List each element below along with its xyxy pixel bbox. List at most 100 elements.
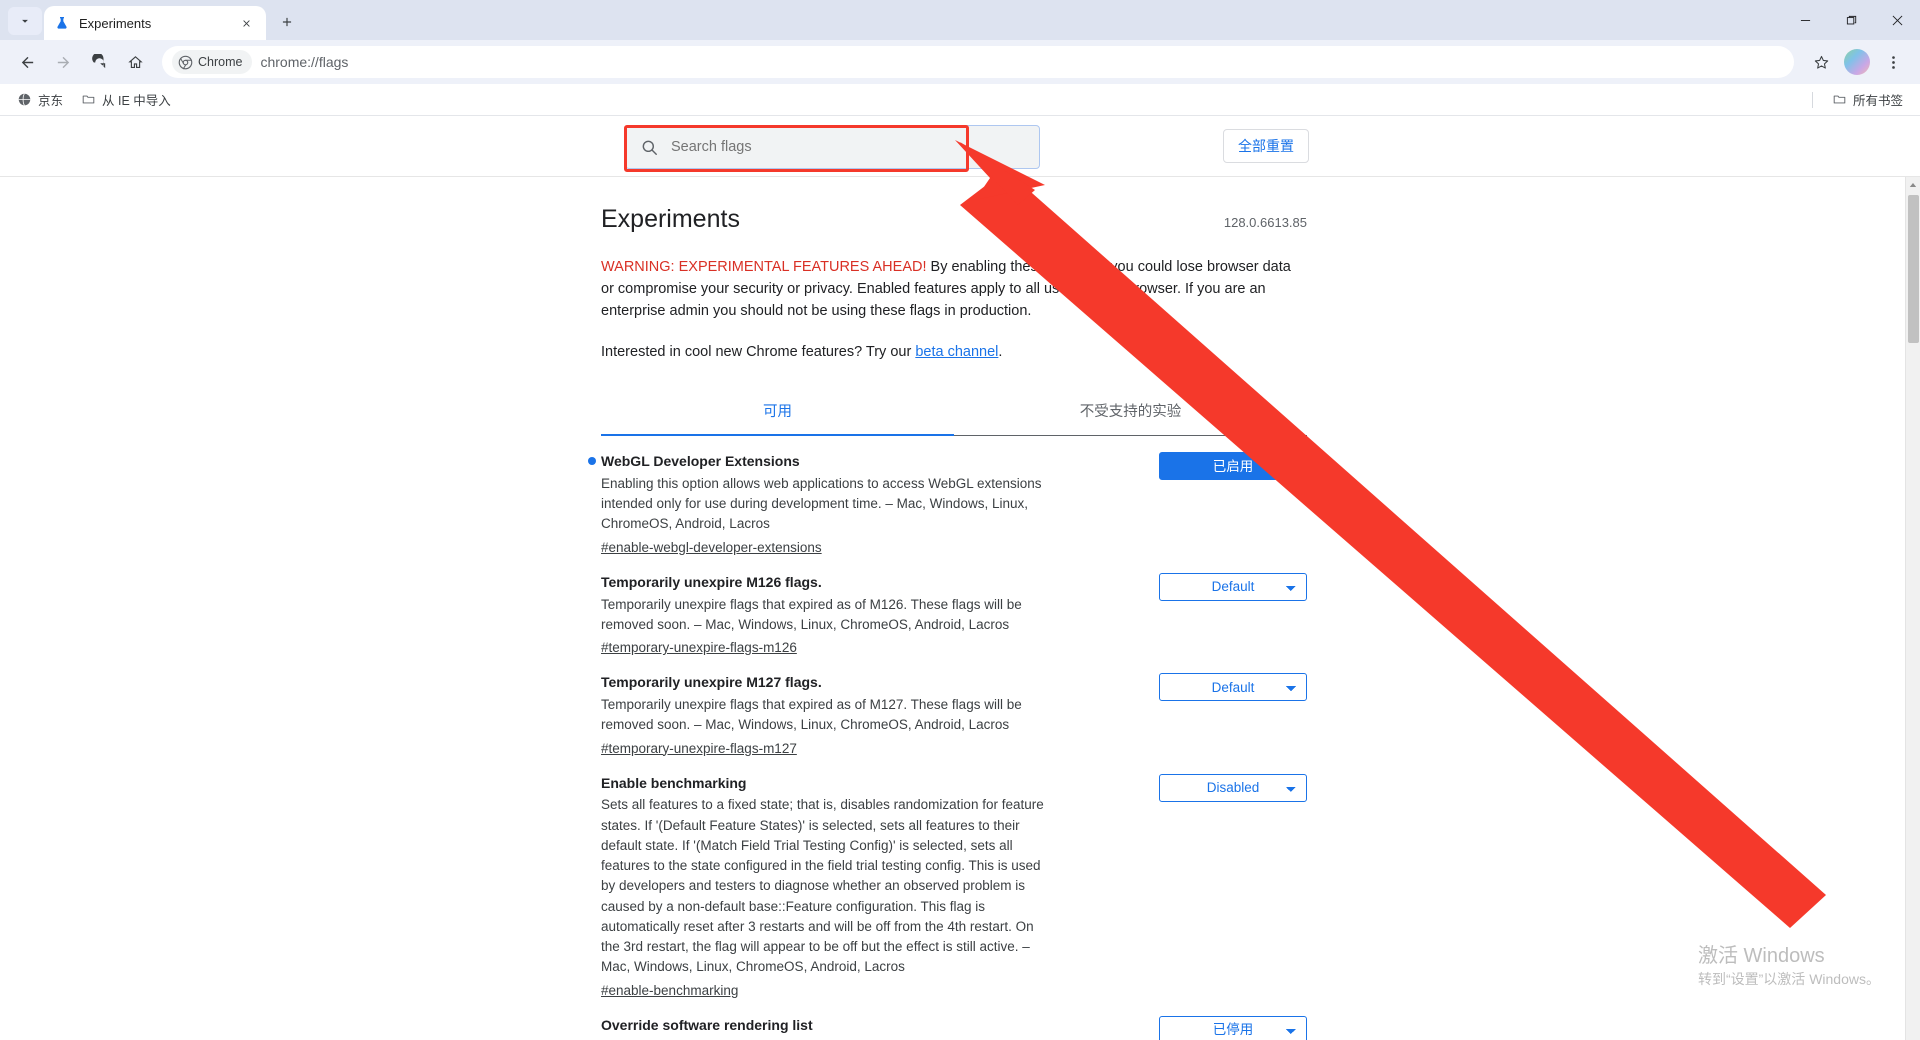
beta-suffix: . — [998, 344, 1003, 361]
browser-menu-button[interactable] — [1876, 45, 1910, 79]
flag-select-container: DefaultEnabledDisabled — [1159, 572, 1307, 601]
home-button[interactable] — [118, 45, 152, 79]
arrow-left-icon — [21, 56, 33, 68]
tab-available[interactable]: 可用 — [601, 388, 954, 437]
browser-window: Experiments Chrome chrome://flags 京东 从 I… — [0, 0, 1920, 1040]
flag-state-select[interactable]: DefaultEnabledDisabled — [1159, 572, 1307, 601]
plus-icon — [282, 17, 292, 27]
flag-row: Enable benchmarking Sets all features to… — [601, 758, 1307, 1000]
globe-icon — [18, 93, 31, 106]
back-button[interactable] — [10, 45, 44, 79]
minimize-button[interactable] — [1782, 0, 1828, 40]
flag-select-container: DefaultEnabledDisabled — [1159, 673, 1307, 702]
bookmarks-separator — [1811, 91, 1813, 108]
page-scrollbar[interactable] — [1905, 177, 1920, 1040]
beta-prefix: Interested in cool new Chrome features? … — [601, 344, 916, 361]
beta-channel-link[interactable]: beta channel — [915, 344, 998, 360]
flag-title: Override software rendering list — [601, 1016, 813, 1033]
warning-highlight: WARNING: EXPERIMENTAL FEATURES AHEAD! — [601, 259, 927, 275]
bookmark-label: 从 IE 中导入 — [102, 94, 171, 108]
browser-tab[interactable]: Experiments — [44, 6, 266, 40]
flag-details: Temporarily unexpire M127 flags. Tempora… — [601, 673, 1049, 757]
browser-toolbar: Chrome chrome://flags — [0, 40, 1920, 84]
beta-channel-paragraph: Interested in cool new Chrome features? … — [601, 344, 1307, 360]
three-dot-menu-icon — [1891, 55, 1895, 69]
search-flags-container[interactable] — [625, 125, 1040, 169]
close-window-button[interactable] — [1874, 0, 1920, 40]
page-title: Experiments — [601, 205, 740, 233]
tab-close-button[interactable] — [236, 13, 256, 33]
address-bar[interactable]: Chrome chrome://flags — [162, 46, 1794, 78]
flag-row: Override software rendering list Overrid… — [601, 1000, 1307, 1040]
flag-modified-dot-icon — [588, 457, 596, 466]
chrome-chip: Chrome — [172, 50, 253, 74]
flag-select-container: DefaultEnabledDisabled — [1159, 773, 1307, 802]
search-icon — [642, 140, 657, 155]
flag-title: Temporarily unexpire M127 flags. — [601, 674, 822, 691]
all-bookmarks-label: 所有书签 — [1852, 94, 1903, 108]
flag-description: Sets all features to a fixed state; that… — [601, 797, 1044, 975]
flag-details: Temporarily unexpire M126 flags. Tempora… — [601, 573, 1049, 657]
bookmark-star-button[interactable] — [1804, 45, 1838, 79]
flag-row: Temporarily unexpire M126 flags. Tempora… — [601, 557, 1307, 657]
scrollbar-thumb[interactable] — [1908, 195, 1919, 343]
tab-unsupported[interactable]: 不受支持的实验 — [954, 388, 1307, 435]
flag-description: Enabling this option allows web applicat… — [601, 475, 1042, 532]
flags-column: Experiments 128.0.6613.85 WARNING: EXPER… — [588, 177, 1307, 1040]
search-input[interactable] — [671, 139, 1025, 155]
url-text: chrome://flags — [260, 54, 349, 70]
flag-title: WebGL Developer Extensions — [601, 453, 800, 470]
flags-search-row: 全部重置 — [0, 117, 1920, 177]
flags-page: 全部重置 Experiments 128.0.6613.85 WARNING: … — [0, 117, 1920, 1040]
warning-paragraph: WARNING: EXPERIMENTAL FEATURES AHEAD! By… — [601, 256, 1307, 322]
maximize-button[interactable] — [1828, 0, 1874, 40]
scroll-up-button[interactable] — [1906, 177, 1920, 192]
home-icon — [127, 55, 143, 68]
flag-title: Enable benchmarking — [601, 774, 747, 791]
flag-row: WebGL Developer Extensions Enabling this… — [588, 436, 1307, 557]
flag-anchor-link[interactable]: #enable-webgl-developer-extensions — [601, 540, 822, 555]
flag-anchor-link[interactable]: #enable-benchmarking — [601, 983, 738, 998]
chrome-chip-label: Chrome — [198, 55, 243, 69]
flag-state-select[interactable]: Default已启用已停用 — [1159, 1015, 1307, 1040]
flag-select-container: Default已启用已停用 — [1159, 1015, 1307, 1040]
chrome-logo-icon — [178, 55, 193, 69]
flag-details: Override software rendering list Overrid… — [601, 1016, 1049, 1040]
close-icon — [1892, 15, 1902, 25]
tab-search-button[interactable] — [8, 7, 42, 35]
folder-icon — [82, 95, 95, 104]
flag-select-container: Default已启用已停用 — [1159, 452, 1307, 481]
maximize-icon — [1846, 15, 1856, 24]
flag-state-select[interactable]: DefaultEnabledDisabled — [1159, 773, 1307, 802]
tab-strip: Experiments — [0, 0, 1920, 40]
reload-button[interactable] — [82, 45, 116, 79]
bookmark-item-jd[interactable]: 京东 — [10, 88, 70, 112]
folder-icon — [1833, 95, 1846, 104]
bookmark-label: 京东 — [38, 94, 64, 108]
bookmark-folder-ie-import[interactable]: 从 IE 中导入 — [74, 88, 178, 112]
flag-state-select[interactable]: DefaultEnabledDisabled — [1159, 673, 1307, 702]
chevron-down-icon — [22, 19, 28, 23]
reset-all-button[interactable]: 全部重置 — [1223, 129, 1309, 163]
all-bookmarks-button[interactable]: 所有书签 — [1825, 88, 1910, 112]
flask-icon — [57, 17, 67, 29]
star-icon — [1814, 55, 1828, 69]
flag-anchor-link[interactable]: #temporary-unexpire-flags-m126 — [601, 640, 797, 655]
flag-title: Temporarily unexpire M126 flags. — [601, 573, 822, 590]
version-label: 128.0.6613.85 — [1223, 215, 1307, 230]
chevron-up-icon — [1909, 182, 1917, 187]
close-icon — [242, 19, 250, 27]
flag-description: Temporarily unexpire flags that expired … — [601, 697, 1022, 733]
bookmarks-bar: 京东 从 IE 中导入 所有书签 — [0, 84, 1920, 116]
tab-title: Experiments — [79, 15, 152, 31]
flag-anchor-link[interactable]: #temporary-unexpire-flags-m127 — [601, 741, 797, 756]
minimize-icon — [1800, 19, 1810, 21]
flags-content: Experiments 128.0.6613.85 WARNING: EXPER… — [0, 177, 1920, 1040]
new-tab-button[interactable] — [272, 7, 302, 37]
forward-button[interactable] — [46, 45, 80, 79]
arrow-right-icon — [57, 56, 69, 68]
profile-button[interactable] — [1840, 45, 1874, 79]
flag-row: Temporarily unexpire M127 flags. Tempora… — [601, 657, 1307, 757]
flag-state-select[interactable]: Default已启用已停用 — [1159, 452, 1307, 481]
flag-details: Enable benchmarking Sets all features to… — [601, 774, 1049, 1000]
